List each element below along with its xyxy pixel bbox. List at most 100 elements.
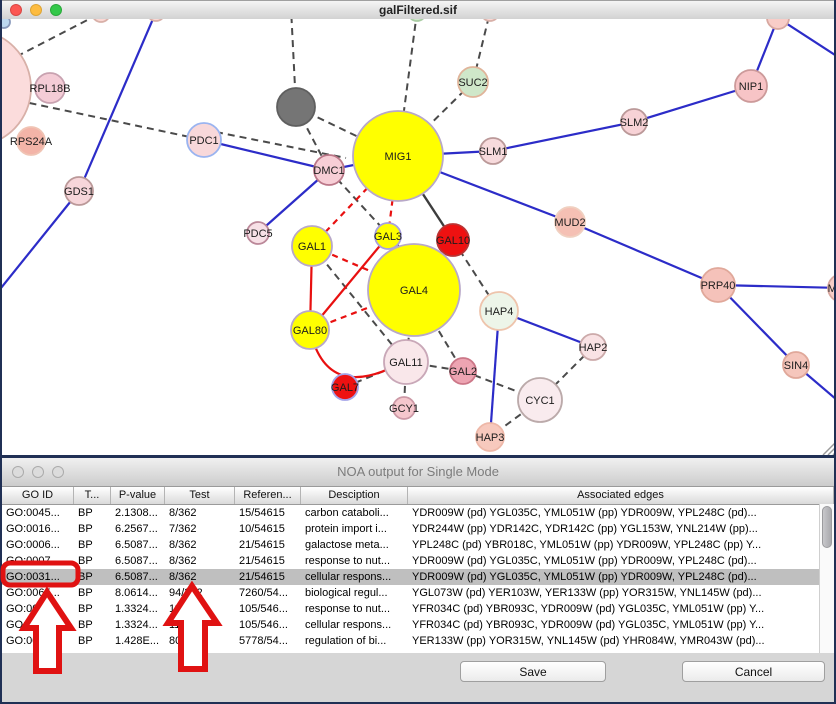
- node-top1[interactable]: [92, 19, 110, 22]
- column-header-6[interactable]: Associated edges: [408, 487, 834, 504]
- cell-type: BP: [74, 537, 111, 553]
- column-header-4[interactable]: Referen...: [235, 487, 301, 504]
- node-GAL10[interactable]: [437, 224, 469, 256]
- noa-window-titlebar[interactable]: NOA output for Single Mode: [2, 458, 834, 487]
- cell-p_value: 6.5087...: [111, 569, 165, 585]
- table-header-row[interactable]: GO IDT...P-valueTestReferen...Desciption…: [2, 487, 834, 505]
- node-PDC5[interactable]: [247, 222, 269, 244]
- network-window-titlebar[interactable]: galFiltered.sif: [2, 0, 834, 20]
- resize-grip-icon[interactable]: [823, 441, 834, 455]
- node-RPS24A[interactable]: [17, 127, 45, 155]
- node-graynode[interactable]: [277, 88, 315, 126]
- cell-reference: 21/54615: [235, 553, 301, 569]
- column-header-5[interactable]: Desciption: [301, 487, 408, 504]
- table-row[interactable]: GO:0007...BP6.5087...8/36221/54615respon…: [2, 553, 834, 569]
- cell-p_value: 8.0614...: [111, 585, 165, 601]
- cell-edges: YFR034C (pd) YBR093C, YDR009W (pd) YGL03…: [408, 601, 834, 617]
- cell-reference: 21/54615: [235, 569, 301, 585]
- node-GAL3[interactable]: [375, 223, 401, 249]
- node-SLM1[interactable]: [480, 138, 506, 164]
- zoom-button[interactable]: [52, 466, 64, 478]
- node-GAL11[interactable]: [384, 340, 428, 384]
- cell-edges: YDR009W (pd) YGL035C, YML051W (pp) YDR00…: [408, 505, 834, 521]
- table-row[interactable]: GO:0031...BP6.5087...8/36221/54615cellul…: [2, 569, 834, 585]
- minimize-button[interactable]: [30, 4, 42, 16]
- node-GDS1[interactable]: [65, 177, 93, 205]
- column-header-1[interactable]: T...: [74, 487, 111, 504]
- close-button[interactable]: [10, 4, 22, 16]
- table-row[interactable]: GO:0006...BP6.5087...8/36221/54615galact…: [2, 537, 834, 553]
- node-top3[interactable]: [481, 19, 499, 21]
- cell-go_id: GO:0006...: [2, 537, 74, 553]
- cell-description: protein import i...: [301, 521, 408, 537]
- cell-edges: YFR034C (pd) YBR093C, YDR009W (pd) YGL03…: [408, 617, 834, 633]
- table-row[interactable]: GO:0065...BP8.0614...94/3627260/54...bio…: [2, 585, 834, 601]
- node-DMC1[interactable]: [314, 155, 344, 185]
- node-GCY1[interactable]: [393, 397, 415, 419]
- node-PDC1[interactable]: [187, 123, 221, 157]
- cancel-button[interactable]: Cancel: [682, 661, 825, 682]
- cell-test: 8/362: [165, 569, 235, 585]
- node-RPL18B[interactable]: [35, 73, 65, 103]
- node-GAL2[interactable]: [450, 358, 476, 384]
- column-header-0[interactable]: GO ID: [2, 487, 74, 504]
- edge-PDC1-DMC1: [204, 140, 329, 170]
- network-canvas[interactable]: RPL18BRPS24AGDS1PDC1DMC1MIG1SUC2SLM1SLM2…: [2, 19, 834, 455]
- noa-window-title: NOA output for Single Mode: [2, 458, 834, 486]
- table-row[interactable]: GO:0050...BP1.428E...80/3625778/54...reg…: [2, 633, 834, 649]
- node-PRP40[interactable]: [701, 268, 735, 302]
- node-topright[interactable]: [767, 19, 789, 29]
- cell-test: 11/362: [165, 617, 235, 633]
- cell-p_value: 6.2567...: [111, 521, 165, 537]
- column-header-2[interactable]: P-value: [111, 487, 165, 504]
- network-window: galFiltered.sif RPL18BRPS24AGDS1PDC1DMC1…: [0, 0, 836, 458]
- cell-go_id: GO:0031...: [2, 569, 74, 585]
- node-SLM2[interactable]: [621, 109, 647, 135]
- node-GAL1[interactable]: [292, 226, 332, 266]
- node-GAL80[interactable]: [291, 311, 329, 349]
- cell-go_id: GO:0031...: [2, 601, 74, 617]
- cell-reference: 10/54615: [235, 521, 301, 537]
- node-SIN4[interactable]: [783, 352, 809, 378]
- node-MSL1[interactable]: [828, 274, 834, 302]
- node-SUC2[interactable]: [458, 67, 488, 97]
- node-MIG1[interactable]: [353, 111, 443, 201]
- cell-test: 7/362: [165, 521, 235, 537]
- scrollbar-thumb[interactable]: [822, 506, 832, 548]
- cell-type: BP: [74, 617, 111, 633]
- table-row[interactable]: GO:0045...BP2.1308...8/36215/54615carbon…: [2, 505, 834, 521]
- cell-p_value: 1.428E...: [111, 633, 165, 649]
- node-NIP1[interactable]: [735, 70, 767, 102]
- node-HAP4[interactable]: [480, 292, 518, 330]
- cell-description: response to nut...: [301, 601, 408, 617]
- cell-type: BP: [74, 633, 111, 649]
- node-top2[interactable]: [147, 19, 165, 21]
- node-topgreen[interactable]: [408, 19, 426, 21]
- table-row[interactable]: GO:0016...BP6.2567...7/36210/54615protei…: [2, 521, 834, 537]
- node-CYC1[interactable]: [518, 378, 562, 422]
- node-HAP3[interactable]: [476, 423, 504, 451]
- node-GAL7[interactable]: [332, 374, 358, 400]
- close-button[interactable]: [12, 466, 24, 478]
- node-HAP2[interactable]: [580, 334, 606, 360]
- node-GAL4[interactable]: [368, 244, 460, 336]
- table-row[interactable]: GO:0031...BP1.3324...11/362105/546...res…: [2, 601, 834, 617]
- cell-description: biological regul...: [301, 585, 408, 601]
- column-header-3[interactable]: Test: [165, 487, 235, 504]
- table-row[interactable]: GO:0031...BP1.3324...11/362105/546...cel…: [2, 617, 834, 633]
- vertical-scrollbar[interactable]: [819, 504, 834, 653]
- cell-reference: 105/546...: [235, 617, 301, 633]
- cell-go_id: GO:0031...: [2, 617, 74, 633]
- cell-go_id: GO:0050...: [2, 633, 74, 649]
- edge-PDC1-DMC1: [216, 132, 346, 158]
- cell-description: cellular respons...: [301, 569, 408, 585]
- cell-type: BP: [74, 505, 111, 521]
- minimize-button[interactable]: [32, 466, 44, 478]
- cell-p_value: 1.3324...: [111, 617, 165, 633]
- cell-edges: YGL073W (pd) YER103W, YER133W (pp) YOR31…: [408, 585, 834, 601]
- node-tinyblue[interactable]: [2, 19, 10, 28]
- node-MUD2[interactable]: [555, 207, 585, 237]
- cell-go_id: GO:0045...: [2, 505, 74, 521]
- zoom-button[interactable]: [50, 4, 62, 16]
- save-button[interactable]: Save: [460, 661, 606, 682]
